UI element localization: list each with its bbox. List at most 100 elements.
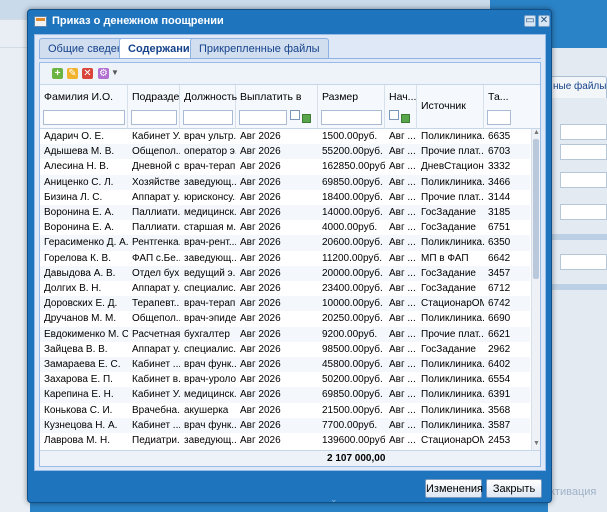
table-cell: Аппарат у... bbox=[132, 343, 180, 355]
award-order-dialog: Приказ о денежном поощрении ▭ ✕ Общие св… bbox=[27, 9, 552, 504]
table-cell: ГосЗадание bbox=[421, 222, 476, 234]
changes-button[interactable]: Изменения bbox=[425, 479, 483, 498]
table-row[interactable]: Герасименко Д. А. Рентгенка... врач-рент..… bbox=[40, 235, 530, 251]
table-cell: Авг 2026 bbox=[240, 131, 281, 142]
table-cell: 6554 bbox=[488, 374, 511, 386]
dialog-title: Приказ о денежном поощрении bbox=[52, 15, 224, 27]
table-cell: Авг 2026 bbox=[240, 389, 281, 401]
filter-input[interactable] bbox=[43, 110, 125, 125]
table-cell: Поликлиника... bbox=[421, 176, 484, 188]
table-cell: Авг ... bbox=[389, 237, 416, 249]
table-cell: Авг ... bbox=[389, 161, 416, 173]
table-row[interactable]: Карепина Е. Н. Кабинет У... медицинск... Ав… bbox=[40, 387, 530, 403]
table-row[interactable]: Воронина Е. А. Паллиати... медицинск... Авг… bbox=[40, 205, 530, 221]
table-cell: Авг ... bbox=[389, 146, 416, 158]
table-cell: Долгих В. Н. bbox=[44, 283, 102, 294]
table-row[interactable]: Доровских Е. Д. Терапевт... врач-терап... А… bbox=[40, 296, 530, 312]
column-header[interactable]: Подразде... bbox=[128, 85, 180, 129]
table-row[interactable]: Горелова К. В. ФАП с.Бе... заведующ... Авг … bbox=[40, 251, 530, 266]
close-icon[interactable]: ✕ bbox=[538, 15, 550, 27]
table-cell: 139600.00руб. bbox=[322, 435, 385, 446]
scroll-up-icon[interactable]: ▲ bbox=[533, 129, 540, 136]
table-cell: Педиатри... bbox=[132, 435, 180, 446]
table-row[interactable]: Адышева М. В. Общепол... оператор э... Авг … bbox=[40, 144, 530, 160]
table-cell: ГосЗадание bbox=[421, 207, 476, 218]
table-row[interactable]: Лаврова М. Н. Педиатри... заведующ... Авг 2… bbox=[40, 433, 530, 448]
vertical-scrollbar[interactable]: ▲ ▼ bbox=[531, 129, 540, 450]
table-row[interactable]: Алесина Н. В. Дневной с... врач-терап... Ав… bbox=[40, 159, 530, 174]
filter-input[interactable] bbox=[183, 110, 233, 125]
table-cell: 11200.00руб. bbox=[322, 252, 383, 264]
filter-input[interactable] bbox=[321, 110, 382, 125]
filter-input[interactable] bbox=[487, 110, 511, 125]
delete-icon[interactable]: ✕ bbox=[82, 68, 93, 79]
table-cell: 6621 bbox=[488, 328, 511, 340]
column-header[interactable]: Выплатить в bbox=[236, 85, 318, 129]
add-icon[interactable]: + bbox=[52, 68, 63, 79]
table-row[interactable]: Захарова Е. П. Кабинет в... врач-уролог Авг… bbox=[40, 372, 530, 387]
table-cell: Авг ... bbox=[389, 419, 416, 431]
table-cell: специалис... bbox=[184, 283, 236, 294]
table-row[interactable]: Дручанов М. М. Общепол... врач-эпиде... Авг… bbox=[40, 311, 530, 326]
table-row[interactable]: Конькова С. И. Врачебна... акушерка Авг 202… bbox=[40, 403, 530, 418]
table-cell: 10000.00руб. bbox=[322, 298, 383, 310]
background-list bbox=[0, 0, 490, 512]
close-button[interactable]: Закрыть bbox=[486, 479, 542, 498]
table-cell: Авг 2026 bbox=[240, 161, 281, 173]
column-header[interactable]: Нач... bbox=[385, 85, 417, 129]
table-row[interactable]: Долгих В. Н. Аппарат у... специалис... Авг … bbox=[40, 281, 530, 296]
table-cell: ДневСтацион... bbox=[421, 161, 484, 173]
table-cell: Адарич О. Е. bbox=[44, 131, 104, 142]
filter-apply-icon[interactable] bbox=[401, 114, 410, 123]
scroll-down-icon[interactable]: ▼ bbox=[533, 440, 540, 447]
table-cell: Авг 2026 bbox=[240, 419, 281, 431]
table-row[interactable]: Евдокименко М. С. Расчетная... бухгалтер Ав… bbox=[40, 326, 530, 342]
table-cell: 6402 bbox=[488, 359, 511, 370]
filter-apply-icon[interactable] bbox=[302, 114, 311, 123]
table-cell: Кабинет У... bbox=[132, 389, 180, 401]
table-cell: Адышева М. В. bbox=[44, 146, 115, 158]
dialog-titlebar[interactable]: Приказ о денежном поощрении ▭ ✕ bbox=[28, 10, 551, 34]
table-cell: Авг ... bbox=[389, 343, 416, 355]
table-row[interactable]: Зайцева В. В. Аппарат у... специалис... Авг… bbox=[40, 342, 530, 357]
calendar-icon[interactable] bbox=[389, 110, 399, 120]
table-cell: Авг ... bbox=[389, 298, 416, 310]
tab-attached-files[interactable]: Прикрепленные файлы bbox=[190, 38, 329, 58]
table-cell: Поликлиника... bbox=[421, 131, 484, 142]
table-cell: Авг 2026 bbox=[240, 222, 281, 234]
table-row[interactable]: Воронина Е. А. Паллиати... старшая м... Авг… bbox=[40, 220, 530, 235]
calendar-icon[interactable] bbox=[290, 110, 300, 120]
table-row[interactable]: Замараева Е. С. Кабинет ... врач функ... Ав… bbox=[40, 357, 530, 373]
edit-icon[interactable]: ✎ bbox=[67, 68, 78, 79]
table-cell: Авг ... bbox=[389, 328, 416, 340]
table-cell: 9200.00руб. bbox=[322, 328, 378, 340]
summary-row: 2 107 000,00 bbox=[40, 450, 540, 466]
table-cell: Авг 2026 bbox=[240, 146, 281, 158]
table-cell: 50200.00руб. bbox=[322, 374, 383, 386]
table-row[interactable]: Давыдова А. В. Отдел бух... ведущий э... Ав… bbox=[40, 265, 530, 281]
background-tab-files[interactable]: ные файлы bbox=[548, 76, 607, 98]
scroll-thumb[interactable] bbox=[533, 139, 539, 279]
column-header[interactable]: Должность bbox=[180, 85, 237, 129]
table-row[interactable]: Кузнецова Н. А. Кабинет ... врач функ... Ав… bbox=[40, 417, 530, 433]
table-cell: Авг ... bbox=[389, 267, 416, 279]
table-cell: Паллиати... bbox=[132, 207, 180, 218]
table-row[interactable]: Адарич О. Е. Кабинет У... врач ультр... Авг… bbox=[40, 129, 530, 144]
table-cell: Авг ... bbox=[389, 359, 416, 370]
table-row[interactable]: Бизина Л. С. Аппарат у... юрисконсу... Авг … bbox=[40, 190, 530, 205]
column-header[interactable]: Та... bbox=[484, 85, 530, 129]
table-cell: Авг ... bbox=[389, 207, 416, 218]
filter-input[interactable] bbox=[239, 110, 287, 125]
minimize-button[interactable]: ▭ bbox=[524, 15, 536, 27]
filter-input[interactable] bbox=[131, 110, 177, 125]
chevron-down-icon[interactable]: ▼ bbox=[111, 68, 119, 77]
table-cell: Поликлиника... bbox=[421, 313, 484, 325]
table-cell: Кабинет ... bbox=[132, 419, 180, 431]
column-header[interactable]: Источник bbox=[417, 85, 484, 129]
column-header[interactable]: Размер bbox=[318, 85, 385, 129]
column-header[interactable]: Фамилия И.О. bbox=[40, 85, 128, 129]
table-row[interactable]: Аниценко С. Л. Хозяйстве... заведующ... Авг… bbox=[40, 174, 530, 190]
gear-icon[interactable]: ⚙ bbox=[98, 68, 109, 79]
table-cell: Отдел бух... bbox=[132, 267, 180, 279]
table-cell: Кабинет У... bbox=[132, 131, 180, 142]
